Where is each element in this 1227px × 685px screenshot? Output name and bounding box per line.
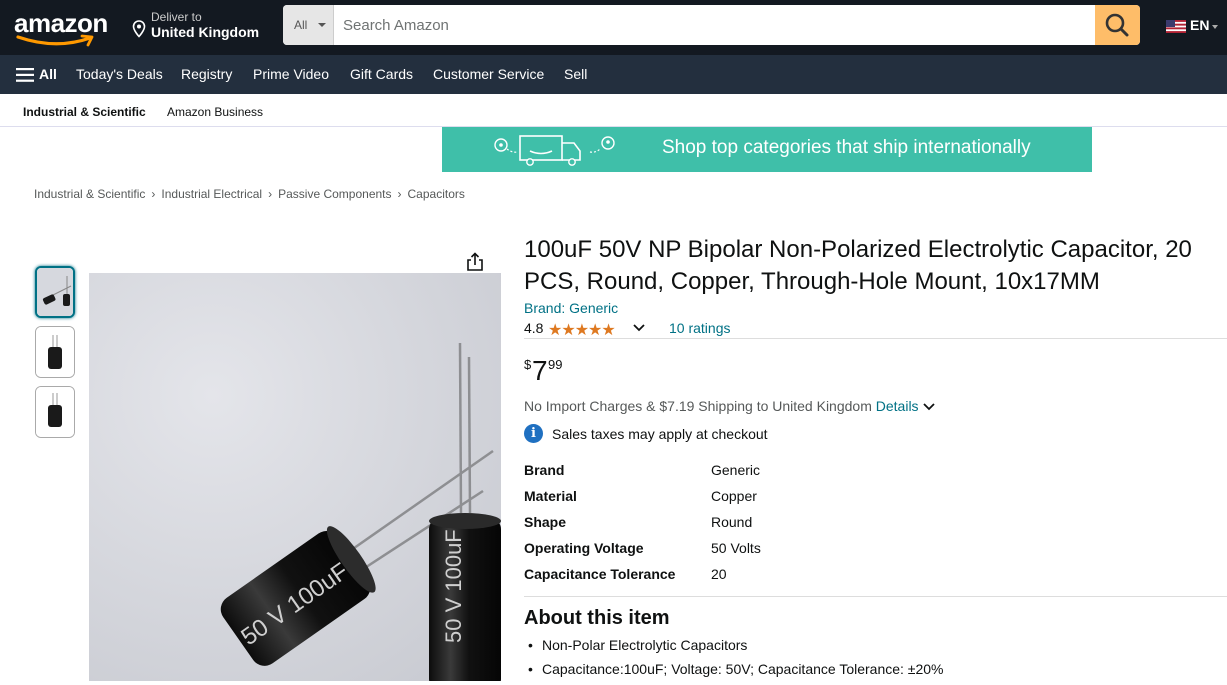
us-flag-icon bbox=[1166, 20, 1186, 33]
spec-key: Material bbox=[524, 488, 577, 504]
main-product-image[interactable]: 50 V 100uF 50 V 100uF bbox=[89, 273, 501, 681]
thumbnail-image bbox=[36, 387, 74, 437]
spec-value: Copper bbox=[711, 488, 757, 504]
spec-key: Operating Voltage bbox=[524, 540, 644, 556]
chevron-right-icon: › bbox=[268, 187, 273, 201]
category-industrial-scientific[interactable]: Industrial & Scientific bbox=[23, 105, 146, 119]
ratings-count-link[interactable]: 10 ratings bbox=[669, 320, 730, 336]
divider bbox=[524, 596, 1227, 597]
international-shipping-banner[interactable]: Shop top categories that ship internatio… bbox=[442, 127, 1092, 172]
share-icon bbox=[467, 252, 483, 271]
search-category-dropdown[interactable]: All bbox=[283, 5, 334, 45]
about-bullet-list: Non-Polar Electrolytic Capacitors Capaci… bbox=[528, 637, 944, 685]
spec-key: Capacitance Tolerance bbox=[524, 566, 676, 582]
search-category-label: All bbox=[294, 18, 308, 32]
chevron-down-icon[interactable] bbox=[922, 401, 936, 413]
spec-value: 20 bbox=[711, 566, 727, 582]
shipping-text: No Import Charges & $7.19 Shipping to Un… bbox=[524, 398, 872, 414]
category-bar: Industrial & Scientific Amazon Business bbox=[0, 94, 1227, 127]
breadcrumb-item[interactable]: Capacitors bbox=[408, 187, 465, 201]
spec-key: Brand bbox=[524, 462, 565, 478]
breadcrumb-item[interactable]: Passive Components bbox=[278, 187, 391, 201]
amazon-logo[interactable]: amazon bbox=[14, 8, 114, 48]
shipping-details-link[interactable]: Details bbox=[876, 398, 919, 414]
list-item: Non-Polar Electrolytic Capacitors bbox=[528, 637, 944, 661]
caret-down-icon bbox=[1212, 25, 1218, 29]
product-thumbnail[interactable] bbox=[35, 326, 75, 378]
hamburger-menu-icon bbox=[16, 68, 34, 82]
shipping-info: No Import Charges & $7.19 Shipping to Un… bbox=[524, 398, 936, 414]
location-pin-icon bbox=[132, 20, 146, 38]
nav-todays-deals[interactable]: Today's Deals bbox=[76, 66, 163, 82]
price-whole: 7 bbox=[532, 355, 548, 386]
spec-value: Generic bbox=[711, 462, 761, 478]
rating-value: 4.8 bbox=[524, 320, 544, 336]
spec-value: Round bbox=[711, 514, 753, 530]
all-menu-label: All bbox=[39, 66, 57, 82]
breadcrumb-item[interactable]: Industrial & Scientific bbox=[34, 187, 145, 201]
category-amazon-business[interactable]: Amazon Business bbox=[167, 105, 263, 119]
caret-down-icon bbox=[318, 23, 326, 27]
spec-value: 50 Volts bbox=[711, 540, 761, 556]
list-item: Capacitance:100uF; Voltage: 50V; Capacit… bbox=[528, 661, 944, 685]
product-thumbnail[interactable] bbox=[35, 386, 75, 438]
nav-registry[interactable]: Registry bbox=[181, 66, 232, 82]
svg-text:50 V 100uF: 50 V 100uF bbox=[441, 529, 466, 643]
thumbnail-image bbox=[37, 268, 73, 316]
search-input[interactable] bbox=[334, 5, 1095, 45]
info-icon: i bbox=[524, 424, 543, 443]
search-icon bbox=[1105, 13, 1129, 37]
tax-text: Sales taxes may apply at checkout bbox=[552, 426, 768, 442]
top-nav-bar: amazon Deliver to United Kingdom All Sea… bbox=[0, 0, 1227, 55]
price-fraction: 99 bbox=[548, 357, 563, 372]
capacitor-photo: 50 V 100uF 50 V 100uF bbox=[89, 273, 501, 681]
nav-prime-video[interactable]: Prime Video bbox=[253, 66, 329, 82]
banner-text: Shop top categories that ship internatio… bbox=[662, 137, 1031, 158]
search-bar: All bbox=[283, 5, 1140, 45]
breadcrumb: Industrial & Scientific › Industrial Elect… bbox=[34, 187, 465, 201]
chevron-right-icon: › bbox=[151, 187, 156, 201]
language-code: EN bbox=[1190, 17, 1210, 33]
product-title: 100uF 50V NP Bipolar Non-Polarized Elect… bbox=[524, 236, 1192, 295]
divider bbox=[524, 338, 1227, 339]
secondary-nav: All Today's Deals Registry Prime Video G… bbox=[0, 55, 1227, 94]
star-rating-icon[interactable]: ★★★★★ bbox=[548, 320, 616, 340]
price-currency: $ bbox=[524, 357, 532, 372]
nav-customer-service[interactable]: Customer Service bbox=[433, 66, 544, 82]
chevron-down-icon[interactable] bbox=[632, 320, 646, 336]
brand-link[interactable]: Brand: Generic bbox=[524, 300, 618, 316]
product-thumbnail[interactable] bbox=[35, 266, 75, 318]
nav-sell[interactable]: Sell bbox=[564, 66, 587, 82]
about-heading: About this item bbox=[524, 607, 670, 629]
delivery-truck-icon bbox=[494, 135, 615, 166]
smile-arrow-icon bbox=[16, 34, 94, 47]
all-menu-button[interactable]: All bbox=[16, 66, 57, 82]
search-button[interactable] bbox=[1095, 5, 1140, 45]
nav-gift-cards[interactable]: Gift Cards bbox=[350, 66, 413, 82]
thumbnail-image bbox=[36, 327, 74, 377]
deliver-label: Deliver to bbox=[151, 10, 202, 24]
deliver-location: United Kingdom bbox=[151, 24, 260, 40]
chevron-right-icon: › bbox=[397, 187, 402, 201]
breadcrumb-item[interactable]: Industrial Electrical bbox=[161, 187, 262, 201]
spec-key: Shape bbox=[524, 514, 567, 530]
